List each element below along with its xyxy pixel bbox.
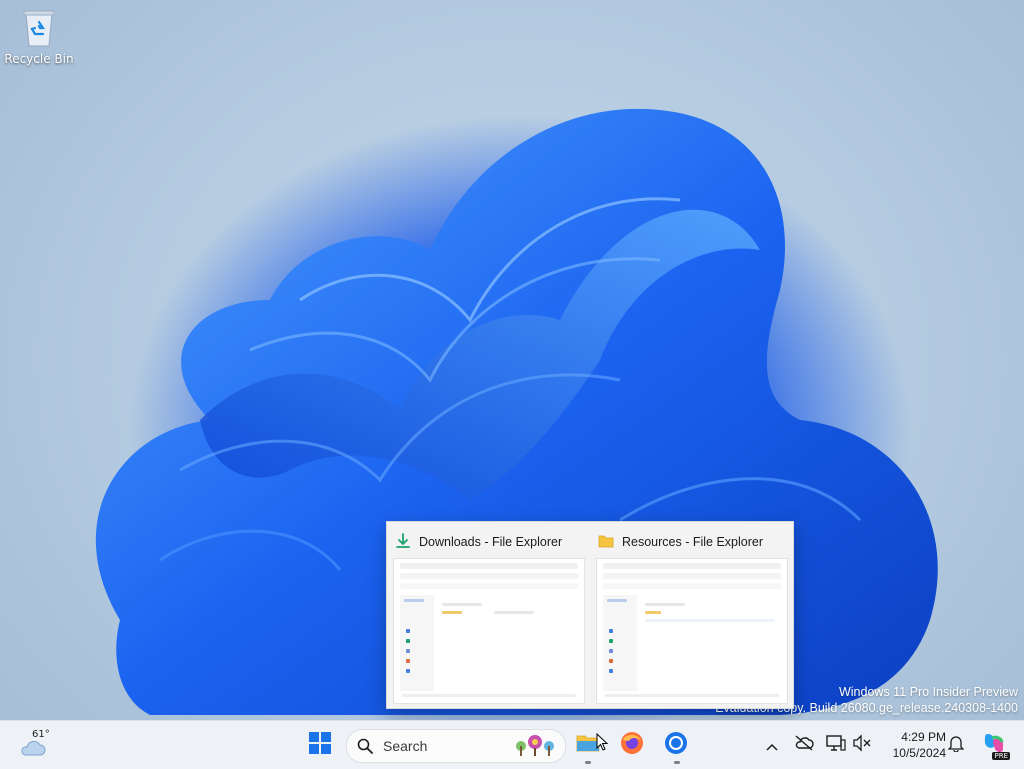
windows-start-icon <box>309 732 331 758</box>
display-icon <box>826 734 846 756</box>
chevron-up-icon <box>766 736 778 755</box>
copilot-pre-badge: PRE <box>992 752 1010 760</box>
weather-widget[interactable]: 61° <box>18 729 58 763</box>
copilot-button[interactable]: PRE <box>980 732 1010 760</box>
show-hidden-icons-button[interactable] <box>760 733 784 757</box>
start-button[interactable] <box>302 727 338 763</box>
mouse-cursor-icon <box>596 732 609 755</box>
settings-sync-icon <box>852 734 872 756</box>
desktop-icon-label: Recycle Bin <box>4 52 74 66</box>
chrome-icon <box>664 731 688 759</box>
recycle-bin-icon <box>20 8 58 48</box>
folder-icon <box>598 534 614 551</box>
cloud-icon <box>18 739 46 761</box>
preview-title: Downloads - File Explorer <box>395 532 562 552</box>
taskbar: 61° Search 4:29 PM 10/5/2024 PRE <box>0 720 1024 769</box>
sound-status[interactable] <box>850 733 874 757</box>
download-arrow-icon <box>395 532 411 552</box>
taskbar-app-firefox[interactable] <box>614 727 650 763</box>
onedrive-status[interactable] <box>792 733 816 757</box>
preview-title: Resources - File Explorer <box>598 532 763 552</box>
preview-title-text: Downloads - File Explorer <box>419 535 563 549</box>
search-label: Search <box>383 738 428 754</box>
taskbar-thumbnail-preview: Downloads - File Explorer Resources - Fi… <box>386 521 794 709</box>
taskbar-clock[interactable]: 4:29 PM 10/5/2024 <box>880 729 946 761</box>
cloud-offline-icon <box>794 735 814 755</box>
running-indicator <box>585 761 591 764</box>
taskbar-app-chrome[interactable] <box>658 727 694 763</box>
preview-window-resources[interactable]: Resources - File Explorer <box>590 522 793 708</box>
preview-window-downloads[interactable]: Downloads - File Explorer <box>387 522 590 708</box>
window-thumbnail <box>393 558 585 704</box>
firefox-icon <box>620 731 644 759</box>
window-thumbnail <box>596 558 788 704</box>
network-display-status[interactable] <box>824 733 848 757</box>
preview-title-text: Resources - File Explorer <box>622 535 764 549</box>
desktop-icon-recycle-bin[interactable]: Recycle Bin <box>4 8 74 66</box>
clock-time: 4:29 PM <box>901 730 946 744</box>
search-highlight-icon <box>513 732 557 762</box>
bell-icon <box>947 734 965 756</box>
notifications-button[interactable] <box>944 733 968 757</box>
running-indicator <box>674 761 680 764</box>
taskbar-search-box[interactable]: Search <box>346 729 566 763</box>
copilot-icon: PRE <box>982 732 1010 760</box>
search-icon <box>357 738 373 754</box>
clock-date: 10/5/2024 <box>892 746 946 760</box>
